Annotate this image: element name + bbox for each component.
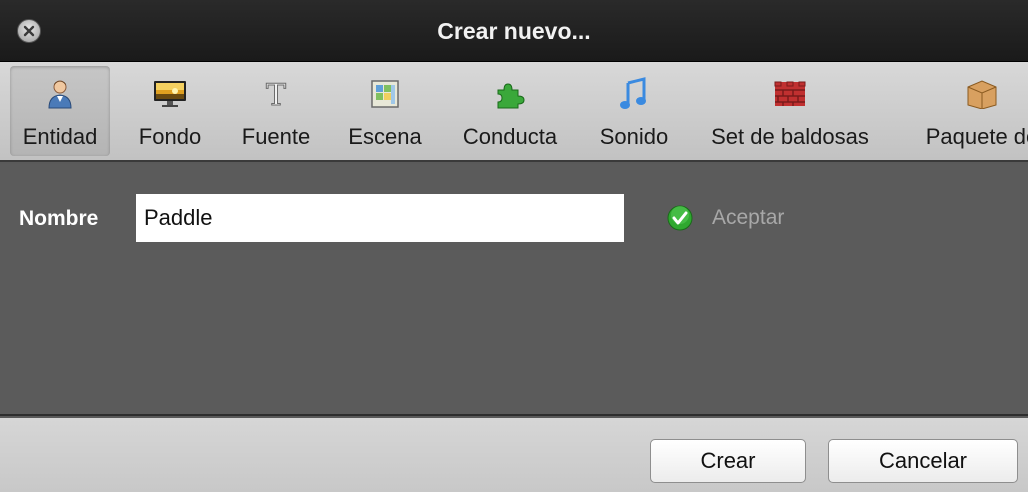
tool-paquete[interactable]: Paquete de [902,66,1028,156]
tool-conducta[interactable]: Conducta [452,66,568,156]
create-button[interactable]: Crear [650,439,806,483]
accept-button[interactable]: Aceptar [666,204,784,232]
tool-label: Escena [348,124,422,149]
name-input[interactable] [136,194,624,242]
tool-sonido[interactable]: Sonido [590,66,678,156]
title-bar: Crear nuevo... [0,0,1028,62]
tool-label: Fondo [138,124,202,149]
tool-fondo[interactable]: Fondo [128,66,212,156]
name-label: Nombre [19,207,99,230]
tool-entidad[interactable]: Entidad [10,66,110,156]
tool-label: Sonido [599,124,669,149]
sound-music-note-icon [616,76,652,112]
entity-person-icon [42,76,78,112]
form-panel: Nombre Aceptar [0,164,1028,416]
tool-label: Conducta [462,124,558,149]
checkmark-icon [667,205,693,231]
footer-bar: Crear Cancelar [0,418,1028,492]
tool-label: Entidad [22,124,98,149]
tool-label: Fuente [241,124,311,149]
package-box-icon [964,76,1000,112]
cancel-button[interactable]: Cancelar [828,439,1018,483]
window-title: Crear nuevo... [437,18,591,44]
tool-label: Set de baldosas [711,124,869,149]
svg-text:T: T [266,78,286,110]
behavior-puzzle-icon [492,76,528,112]
background-monitor-icon [152,76,188,112]
tool-fuente[interactable]: T Fuente [234,66,318,156]
tileset-bricks-icon [772,76,808,112]
accept-label: Aceptar [712,206,785,229]
scene-grid-icon [367,76,403,112]
tool-label: Paquete de [925,124,1028,149]
font-T-icon: T [258,76,294,112]
tool-escena[interactable]: Escena [340,66,430,156]
resource-type-toolbar: Entidad Fondo T Fuente Escena Conducta S… [0,62,1028,162]
tool-set-de-baldosas[interactable]: Set de baldosas [700,66,880,156]
